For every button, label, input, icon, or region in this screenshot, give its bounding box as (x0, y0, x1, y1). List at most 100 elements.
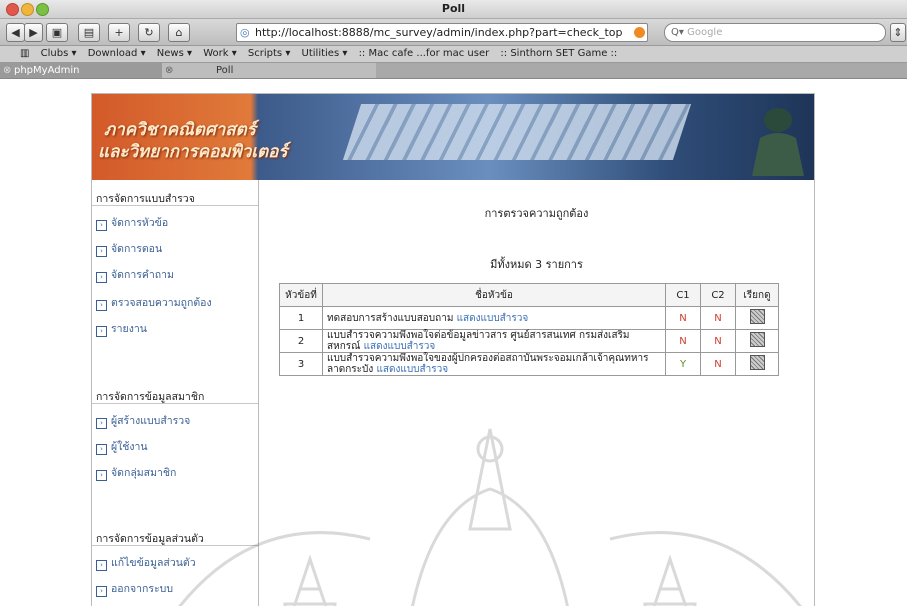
browser-window: Poll ◀ ▶ ▣ ▤ + ↻ ⌂ ◎ http://localhost:88… (0, 0, 907, 606)
bookmark-download[interactable]: Download ▾ (88, 48, 146, 59)
search-field[interactable]: Q▾ Google (664, 23, 886, 42)
add-bookmark-button[interactable]: + (108, 23, 130, 42)
bullet-icon: › (96, 220, 107, 231)
bookmark-scripts[interactable]: Scripts ▾ (248, 48, 290, 59)
col-header-title: ชื่อหัวข้อ (322, 283, 666, 307)
edit-icon[interactable] (749, 309, 765, 324)
tab-bar: ⊗ phpMyAdmin ⊗ Poll (0, 63, 907, 79)
bookmark-mac-cafe[interactable]: :: Mac cafe ...for mac user (359, 48, 490, 59)
close-tab-icon[interactable]: ⊗ (165, 63, 173, 78)
page-button[interactable]: ▤ (78, 23, 100, 42)
print-icon: ▣ (51, 26, 63, 39)
bookmark-menu-button[interactable]: ⇕ (890, 23, 906, 42)
bookmark-news[interactable]: News ▾ (157, 48, 192, 59)
browser-toolbar: ◀ ▶ ▣ ▤ + ↻ ⌂ ◎ http://localhost:8888/mc… (0, 19, 907, 46)
site-container: ภาควิชาคณิตศาสตร์ และวิทยาการคอมพิวเตอร์… (91, 93, 815, 606)
reload-button[interactable]: ↻ (138, 23, 160, 42)
show-survey-link[interactable]: แสดงแบบสำรวจ (364, 341, 436, 352)
banner-title-line2: และวิทยาการคอมพิวเตอร์ (98, 142, 288, 162)
bullet-icon: › (96, 560, 107, 571)
edit-icon[interactable] (749, 332, 765, 347)
tab-poll[interactable]: ⊗ Poll (162, 63, 376, 78)
menu-manage-parts[interactable]: › จัดการตอน (96, 240, 162, 257)
menu-check-correctness[interactable]: › ตรวจสอบความถูกต้อง (96, 294, 212, 311)
col-header-c1: C1 (665, 283, 701, 307)
bullet-icon: › (96, 418, 107, 429)
bookmarks-icon[interactable]: ▥ (20, 48, 29, 59)
bookmarks-bar: ▥ Clubs ▾ Download ▾ News ▾ Work ▾ Scrip… (0, 46, 907, 63)
page-icon: ▤ (83, 26, 95, 39)
col-header-no: หัวข้อที่ (279, 283, 323, 307)
title-bar: Poll (0, 0, 907, 19)
row-title: แบบสำรวจความพึงพอใจของผู้ปกครองต่อสถาบัน… (322, 352, 666, 376)
view-cell (735, 352, 779, 376)
page-title: การตรวจความถูกต้อง (484, 207, 589, 220)
keyboard-image (342, 104, 692, 160)
forward-arrow-icon: ▶ (29, 26, 38, 39)
menu-manage-topics[interactable]: › จัดการหัวข้อ (96, 214, 168, 231)
bullet-icon: › (96, 272, 107, 283)
c2-status: N (700, 306, 736, 330)
bookmark-clubs[interactable]: Clubs ▾ (41, 48, 77, 59)
search-icon: Q▾ (671, 27, 684, 38)
rss-icon[interactable] (634, 27, 645, 38)
table-row: 1 ทดสอบการสร้างแบบสอบถาม แสดงแบบสำรวจ N … (279, 306, 779, 330)
main-panel: การตรวจความถูกต้อง มีทั้งหมด 3 รายการ หั… (259, 180, 814, 606)
menu-manage-questions[interactable]: › จัดการคำถาม (96, 266, 174, 283)
row-number: 1 (279, 306, 323, 330)
back-button[interactable]: ◀ (6, 23, 25, 42)
table-header-row: หัวข้อที่ ชื่อหัวข้อ C1 C2 เรียกดู (279, 283, 779, 307)
window-title: Poll (441, 2, 466, 15)
forward-button[interactable]: ▶ (24, 23, 43, 42)
bookmark-sinthorn[interactable]: :: Sinthorn SET Game :: (500, 48, 617, 59)
c2-status: N (700, 352, 736, 376)
c1-status: N (665, 329, 701, 353)
menu-survey-creators[interactable]: › ผู้สร้างแบบสำรวจ (96, 412, 190, 429)
menu-edit-profile[interactable]: › แก้ไขข้อมูลส่วนตัว (96, 554, 196, 571)
reload-icon: ↻ (144, 26, 154, 39)
tab-label: phpMyAdmin (14, 65, 80, 76)
address-bar[interactable]: ◎ http://localhost:8888/mc_survey/admin/… (236, 23, 648, 42)
edit-icon[interactable] (749, 355, 765, 370)
row-number: 3 (279, 352, 323, 376)
bullet-icon: › (96, 246, 107, 257)
print-button[interactable]: ▣ (46, 23, 68, 42)
menu-logout[interactable]: › ออกจากระบบ (96, 580, 173, 597)
col-header-c2: C2 (700, 283, 736, 307)
row-number: 2 (279, 329, 323, 353)
c2-status: N (700, 329, 736, 353)
results-table: หัวข้อที่ ชื่อหัวข้อ C1 C2 เรียกดู 1 ทดส… (279, 283, 779, 376)
menu-report[interactable]: › รายงาน (96, 320, 147, 337)
row-title: ทดสอบการสร้างแบบสอบถาม แสดงแบบสำรวจ (322, 306, 666, 330)
bookmark-utilities[interactable]: Utilities ▾ (302, 48, 348, 59)
row-title: แบบสำรวจความพึงพอใจต่อข้อมูลข่าวสาร ศูนย… (322, 329, 666, 353)
bullet-icon: › (96, 300, 107, 311)
show-survey-link[interactable]: แสดงแบบสำรวจ (457, 313, 529, 324)
plus-icon: + (114, 26, 124, 39)
back-arrow-icon: ◀ (11, 26, 20, 39)
bullet-icon: › (96, 326, 107, 337)
show-survey-link[interactable]: แสดงแบบสำรวจ (376, 364, 448, 375)
record-count: มีทั้งหมด 3 รายการ (490, 258, 583, 271)
view-cell (735, 329, 779, 353)
bullet-icon: › (96, 444, 107, 455)
home-icon: ⌂ (175, 26, 183, 39)
bookmark-work[interactable]: Work ▾ (203, 48, 237, 59)
home-button[interactable]: ⌂ (168, 23, 190, 42)
globe-icon: ◎ (240, 26, 250, 39)
menu-users[interactable]: › ผู้ใช้งาน (96, 438, 148, 455)
bullet-icon: › (96, 470, 107, 481)
url-text: http://localhost:8888/mc_survey/admin/in… (255, 26, 623, 39)
close-tab-icon[interactable]: ⊗ (3, 63, 11, 78)
table-row: 3 แบบสำรวจความพึงพอใจของผู้ปกครองต่อสถาบ… (279, 352, 779, 376)
page-content: ภาควิชาคณิตศาสตร์ และวิทยาการคอมพิวเตอร์… (0, 79, 907, 606)
search-placeholder: Google (687, 27, 723, 38)
tab-phpmyadmin[interactable]: ⊗ phpMyAdmin (0, 63, 174, 78)
view-cell (735, 306, 779, 330)
header-banner: ภาควิชาคณิตศาสตร์ และวิทยาการคอมพิวเตอร์ (92, 94, 814, 180)
col-header-view: เรียกดู (735, 283, 779, 307)
tab-label: Poll (216, 65, 234, 76)
table-row: 2 แบบสำรวจความพึงพอใจต่อข้อมูลข่าวสาร ศู… (279, 329, 779, 353)
menu-member-groups[interactable]: › จัดกลุ่มสมาชิก (96, 464, 176, 481)
c1-status: Y (665, 352, 701, 376)
